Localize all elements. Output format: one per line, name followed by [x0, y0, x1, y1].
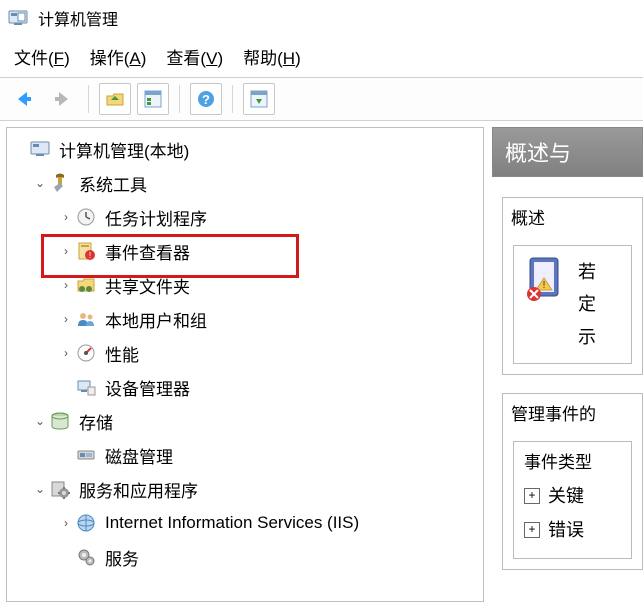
tree-root[interactable]: ▶ 计算机管理(本地): [7, 132, 483, 166]
help-button[interactable]: ?: [190, 83, 222, 115]
tree-label: 任务计划程序: [105, 205, 207, 230]
event-type-label: 关键: [548, 479, 584, 513]
toolbar-separator: [232, 85, 233, 113]
window-title: 计算机管理: [38, 6, 118, 30]
tree-label: 存储: [79, 409, 113, 434]
toolbar-separator: [179, 85, 180, 113]
event-types-title: 事件类型: [524, 448, 621, 473]
users-icon: [75, 308, 97, 330]
svg-text:?: ?: [202, 92, 210, 107]
tree-label: 本地用户和组: [105, 307, 207, 332]
back-button[interactable]: [8, 83, 40, 115]
tree-system-tools[interactable]: ⌄ 系统工具: [7, 166, 483, 200]
toolbar-separator: [88, 85, 89, 113]
performance-icon: [75, 342, 97, 364]
computer-mgmt-icon: [29, 138, 51, 160]
details-header: 概述与: [492, 127, 643, 177]
clock-icon: [75, 206, 97, 228]
menu-bar: 文件(F) 操作(A) 查看(V) 帮助(H): [0, 36, 643, 77]
twisty-icon[interactable]: ›: [57, 210, 75, 224]
expand-icon[interactable]: +: [524, 522, 540, 538]
tree-device-manager[interactable]: › 设备管理器: [7, 370, 483, 404]
tree-storage[interactable]: ⌄ 存储: [7, 404, 483, 438]
tree-label: Internet Information Services (IIS): [105, 513, 359, 533]
up-button[interactable]: [99, 83, 131, 115]
services-apps-icon: [49, 478, 71, 500]
client-area: ▶ 计算机管理(本地) ⌄ 系统工具 › 任务计划程序: [0, 121, 643, 602]
shared-folders-icon: [75, 274, 97, 296]
twisty-icon[interactable]: ⌄: [31, 482, 49, 496]
menu-action[interactable]: 操作(A): [90, 44, 147, 69]
manage-events-group: 管理事件的 事件类型 + 关键 + 错误: [502, 393, 643, 569]
manage-events-title: 管理事件的: [503, 394, 642, 431]
details-pane: 概述与 概述 ! 若 定 示 管理事件的 事件类型: [492, 127, 643, 602]
tree-label: 共享文件夹: [105, 273, 190, 298]
menu-view[interactable]: 查看(V): [166, 44, 223, 69]
overview-title: 概述: [503, 198, 642, 235]
event-log-icon: !: [524, 256, 564, 302]
tree-label: 计算机管理(本地): [59, 137, 189, 162]
tree-services-apps[interactable]: ⌄ 服务和应用程序: [7, 472, 483, 506]
device-manager-icon: [75, 376, 97, 398]
tree: ▶ 计算机管理(本地) ⌄ 系统工具 › 任务计划程序: [7, 132, 483, 574]
event-viewer-icon: !: [75, 240, 97, 262]
twisty-icon[interactable]: ⌄: [31, 414, 49, 428]
title-bar: 计算机管理: [0, 0, 643, 36]
iis-icon: [75, 512, 97, 534]
expand-icon[interactable]: +: [524, 488, 540, 504]
tree-label: 事件查看器: [105, 239, 190, 264]
disk-mgmt-icon: [75, 444, 97, 466]
tree-label: 系统工具: [79, 171, 147, 196]
show-hide-button[interactable]: [243, 83, 275, 115]
toolbar: ?: [0, 77, 643, 121]
svg-text:!: !: [543, 280, 546, 291]
twisty-icon[interactable]: ›: [57, 346, 75, 360]
event-type-critical[interactable]: + 关键: [524, 479, 621, 513]
tree-label: 服务: [105, 545, 139, 570]
tree-label: 服务和应用程序: [79, 477, 198, 502]
twisty-icon[interactable]: ›: [57, 244, 75, 258]
svg-text:!: !: [89, 251, 91, 260]
twisty-icon[interactable]: ›: [57, 516, 75, 530]
forward-button[interactable]: [46, 83, 78, 115]
menu-file[interactable]: 文件(F): [14, 44, 70, 69]
tree-event-viewer[interactable]: › ! 事件查看器: [7, 234, 483, 268]
tree-pane: ▶ 计算机管理(本地) ⌄ 系统工具 › 任务计划程序: [6, 127, 484, 602]
overview-text: 若 定 示: [578, 256, 596, 353]
tree-task-scheduler[interactable]: › 任务计划程序: [7, 200, 483, 234]
event-type-error[interactable]: + 错误: [524, 513, 621, 547]
twisty-icon[interactable]: ⌄: [31, 176, 49, 190]
tree-performance[interactable]: › 性能: [7, 336, 483, 370]
app-icon: [8, 8, 28, 28]
tree-local-users[interactable]: › 本地用户和组: [7, 302, 483, 336]
event-type-label: 错误: [548, 513, 584, 547]
tree-shared-folders[interactable]: › 共享文件夹: [7, 268, 483, 302]
tree-services[interactable]: › 服务: [7, 540, 483, 574]
storage-icon: [49, 410, 71, 432]
tree-label: 磁盘管理: [105, 443, 173, 468]
properties-button[interactable]: [137, 83, 169, 115]
tree-label: 设备管理器: [105, 375, 190, 400]
tree-label: 性能: [105, 341, 139, 366]
twisty-icon[interactable]: ›: [57, 278, 75, 292]
twisty-icon[interactable]: ›: [57, 312, 75, 326]
tree-disk-management[interactable]: › 磁盘管理: [7, 438, 483, 472]
tools-icon: [49, 172, 71, 194]
services-icon: [75, 546, 97, 568]
overview-group: 概述 ! 若 定 示: [502, 197, 643, 375]
menu-help[interactable]: 帮助(H): [243, 44, 301, 69]
tree-iis[interactable]: › Internet Information Services (IIS): [7, 506, 483, 540]
